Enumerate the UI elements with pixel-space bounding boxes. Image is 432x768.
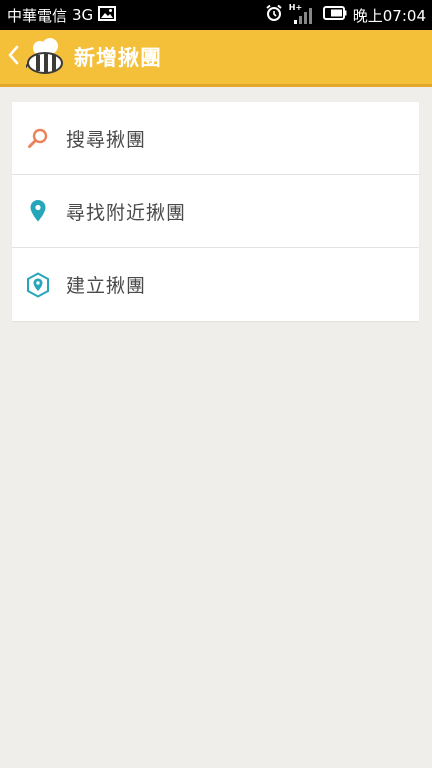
page-title: 新增揪團 bbox=[74, 46, 162, 70]
clock-label: 晚上07:04 bbox=[352, 6, 426, 25]
bee-logo-icon bbox=[24, 37, 66, 77]
menu-item-label: 建立揪團 bbox=[66, 275, 147, 297]
action-menu: 搜尋揪團 尋找附近揪團 建立揪團 bbox=[12, 102, 419, 321]
find-nearby-group-item[interactable]: 尋找附近揪團 bbox=[12, 175, 419, 248]
alarm-icon bbox=[265, 4, 283, 26]
signal-icon: H+ bbox=[289, 3, 317, 26]
location-pin-icon bbox=[26, 199, 50, 223]
back-button[interactable] bbox=[2, 29, 24, 86]
create-group-item[interactable]: 建立揪團 bbox=[12, 248, 419, 321]
menu-item-label: 搜尋揪團 bbox=[66, 128, 147, 151]
status-bar: 中華電信 3G H+ 晚上07:04 bbox=[0, 0, 432, 30]
network-type-label: 3G bbox=[72, 6, 94, 24]
carrier-label: 中華電信 bbox=[7, 6, 68, 25]
app-bar: 新增揪團 bbox=[0, 30, 432, 87]
search-icon bbox=[26, 126, 50, 150]
create-location-icon bbox=[26, 271, 50, 298]
battery-icon bbox=[322, 6, 347, 24]
back-chevron-icon bbox=[7, 45, 19, 69]
search-group-item[interactable]: 搜尋揪團 bbox=[12, 102, 419, 175]
image-icon bbox=[98, 5, 117, 25]
menu-item-label: 尋找附近揪團 bbox=[66, 201, 187, 224]
